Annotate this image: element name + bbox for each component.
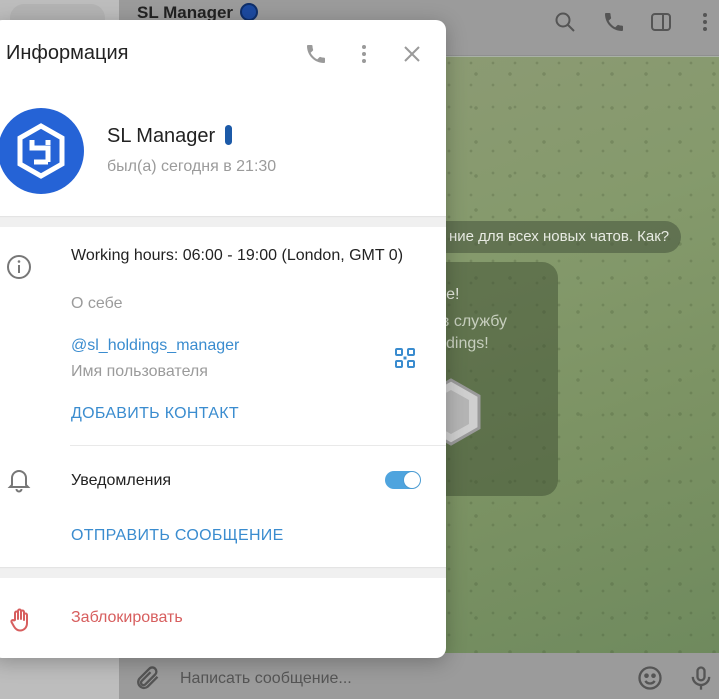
microphone-icon[interactable] — [687, 664, 715, 692]
toggle-knob — [404, 472, 420, 488]
search-icon[interactable] — [553, 10, 577, 34]
notifications-toggle[interactable] — [385, 471, 421, 489]
verified-badge-icon — [225, 125, 233, 145]
row-divider — [70, 445, 446, 446]
qr-code-icon[interactable] — [394, 347, 416, 369]
close-icon[interactable] — [400, 42, 424, 66]
notifications-label: Уведомления — [71, 472, 172, 489]
phone-icon[interactable] — [304, 42, 328, 66]
attach-icon[interactable] — [133, 664, 161, 692]
message-composer: Написать сообщение... — [119, 653, 719, 699]
section-separator — [0, 216, 446, 227]
more-vertical-icon[interactable] — [352, 42, 376, 66]
section-separator — [0, 567, 446, 578]
username-link[interactable]: @sl_holdings_manager — [71, 337, 239, 355]
bio-label: О себе — [71, 295, 123, 312]
more-vertical-icon[interactable] — [693, 10, 717, 34]
block-hand-icon — [10, 608, 28, 632]
username-label: Имя пользователя — [71, 363, 208, 380]
send-message-button[interactable]: ОТПРАВИТЬ СООБЩЕНИЕ — [71, 527, 284, 545]
profile-name-text: SL Manager — [107, 125, 216, 147]
block-user-button[interactable]: Заблокировать — [71, 609, 183, 627]
dialog-title: Информация — [6, 42, 129, 64]
bio-text: Working hours: 06:00 - 19:00 (London, GM… — [71, 247, 404, 264]
phone-icon[interactable] — [602, 10, 626, 34]
avatar[interactable] — [0, 108, 84, 194]
bell-icon — [7, 470, 31, 493]
verified-badge-icon — [239, 3, 258, 21]
service-message: ние для всех новых чатов. Как? — [409, 221, 682, 253]
user-info-dialog: Информация SL Manager был(а) сегодня в 2… — [0, 20, 446, 658]
sidebar-toggle-icon[interactable] — [649, 10, 673, 34]
add-contact-button[interactable]: ДОБАВИТЬ КОНТАКТ — [71, 405, 239, 423]
profile-name: SL Manager — [107, 125, 233, 148]
message-input[interactable]: Написать сообщение... — [180, 670, 352, 688]
service-message-text: ние для всех новых чатов. Как? — [449, 228, 670, 245]
info-icon — [7, 255, 31, 279]
emoji-icon[interactable] — [636, 664, 664, 692]
last-seen-status: был(а) сегодня в 21:30 — [107, 158, 277, 175]
